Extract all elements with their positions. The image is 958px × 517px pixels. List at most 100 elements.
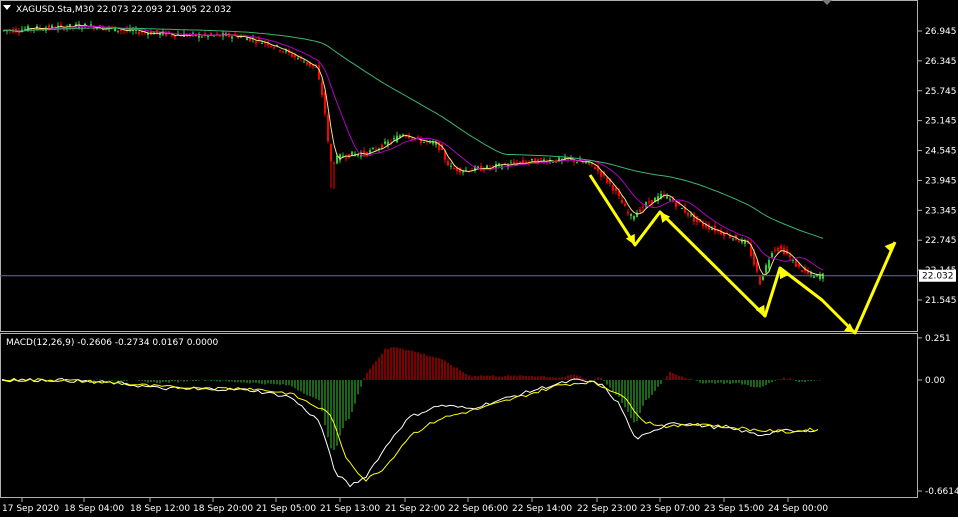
candle-body xyxy=(777,248,779,252)
candle-body xyxy=(780,245,782,249)
time-tick-label: 21 Sep 22:00 xyxy=(385,504,445,514)
candle-body xyxy=(669,199,671,201)
candle-body xyxy=(648,201,650,203)
candle-body xyxy=(801,270,803,272)
time-tick-label: 18 Sep 12:00 xyxy=(130,504,190,514)
candle-body xyxy=(519,161,521,163)
candle-body xyxy=(462,171,464,173)
candle-body xyxy=(771,253,773,258)
candle-body xyxy=(624,203,626,207)
time-tick-label: 22 Sep 23:00 xyxy=(577,504,637,514)
candle-body xyxy=(321,82,323,95)
time-tick-label: 18 Sep 04:00 xyxy=(64,504,124,514)
candle-body xyxy=(690,214,692,216)
candle-body xyxy=(612,185,614,191)
candle-body xyxy=(261,42,263,44)
time-tick-label: 23 Sep 07:00 xyxy=(640,504,700,514)
candle-body xyxy=(138,31,140,35)
price-tick-label: 22.745 xyxy=(925,236,957,246)
candle-body xyxy=(813,276,815,278)
candle-body xyxy=(60,24,62,26)
chart-window[interactable]: 26.945 26.345 25.745 25.145 24.545 23.945 23.3… xyxy=(0,0,958,517)
candle-body xyxy=(576,162,578,164)
candle-body xyxy=(417,136,419,138)
candle-body xyxy=(675,202,677,207)
candle-body xyxy=(369,150,371,153)
candle-body xyxy=(450,165,452,167)
candle-body xyxy=(759,275,761,285)
candle-body xyxy=(522,160,524,163)
candle-body xyxy=(633,215,635,220)
candle-body xyxy=(447,160,449,166)
current-price-label: 22.032 xyxy=(922,272,954,282)
candle-body xyxy=(513,161,515,164)
candle-body xyxy=(282,51,284,53)
candle-body xyxy=(810,273,812,275)
candle-body xyxy=(201,36,203,38)
price-tick-label: 21.545 xyxy=(925,296,957,306)
price-tick-label: 26.945 xyxy=(925,27,957,37)
candle-body xyxy=(393,138,395,140)
time-tick-label: 21 Sep 13:00 xyxy=(320,504,380,514)
candle-body xyxy=(279,50,281,52)
candle-body xyxy=(24,28,26,30)
candle-body xyxy=(681,208,683,210)
candle-body xyxy=(540,158,542,160)
candle-body xyxy=(117,30,119,32)
candle-body xyxy=(255,41,257,44)
candle-body xyxy=(273,47,275,49)
candle-body xyxy=(432,142,434,144)
price-tick-label: 26.345 xyxy=(925,57,957,67)
candle-body xyxy=(423,141,425,143)
price-tick-label: 23.345 xyxy=(925,206,957,216)
candle-body xyxy=(795,260,797,268)
candle-body xyxy=(762,276,764,281)
candle-body xyxy=(606,177,608,183)
candle-body xyxy=(732,238,734,240)
macd-header: MACD(12,26,9) -0.2606 -0.2734 0.0167 0.0… xyxy=(6,338,219,348)
candle-body xyxy=(729,235,731,238)
candle-body xyxy=(819,275,821,280)
candle-body xyxy=(585,162,587,164)
candle-body xyxy=(642,206,644,208)
candle-body xyxy=(204,33,206,36)
candle-body xyxy=(270,46,272,48)
candle-body xyxy=(384,141,386,144)
candle-body xyxy=(774,249,776,251)
candle-body xyxy=(330,143,332,162)
candle-body xyxy=(291,53,293,57)
candle-body xyxy=(687,212,689,216)
candle-body xyxy=(336,155,338,164)
candle-body xyxy=(531,158,533,161)
candle-body xyxy=(711,229,713,231)
candle-body xyxy=(246,38,248,41)
candle-body xyxy=(639,209,641,212)
candle-body xyxy=(765,265,767,273)
price-tick-label: 25.745 xyxy=(925,87,957,97)
candle-body xyxy=(789,254,791,258)
candle-body xyxy=(510,162,512,164)
time-tick-label: 24 Sep 00:00 xyxy=(768,504,828,514)
candle-body xyxy=(627,211,629,214)
candle-body xyxy=(594,167,596,169)
time-tick-label: 22 Sep 06:00 xyxy=(448,504,508,514)
candle-body xyxy=(630,213,632,216)
candle-body xyxy=(345,157,347,159)
macd-tick-label: 0.00 xyxy=(925,376,945,386)
price-tick-label: 23.945 xyxy=(925,176,957,186)
candle-body xyxy=(453,168,455,170)
candle-body xyxy=(90,24,92,26)
time-tick-label: 18 Sep 20:00 xyxy=(193,504,253,514)
price-tick-label: 25.145 xyxy=(925,117,957,127)
candle-body xyxy=(768,260,770,269)
candle-body xyxy=(600,171,602,177)
candle-body xyxy=(297,58,299,60)
candle-body xyxy=(756,262,758,272)
candle-body xyxy=(738,241,740,243)
candle-body xyxy=(327,114,329,142)
price-tick-label: 24.545 xyxy=(925,147,957,157)
candle-body xyxy=(306,62,308,65)
candle-body xyxy=(231,36,233,39)
candle-body xyxy=(666,196,668,199)
candle-body xyxy=(303,61,305,63)
